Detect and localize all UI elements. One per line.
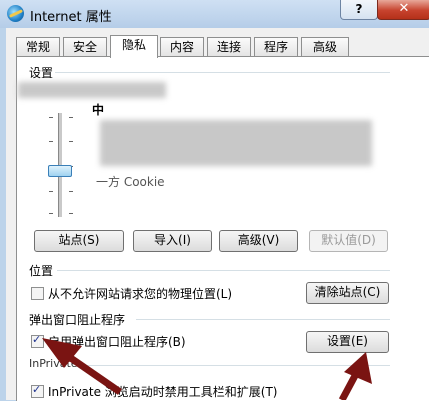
default-button[interactable]: 默认值(D) (309, 230, 388, 252)
close-button[interactable]: ✕ (377, 0, 429, 20)
inprivate-group-divider (84, 365, 390, 366)
tab-connections[interactable]: 连接 (207, 37, 251, 56)
privacy-level-name: 中 (92, 103, 105, 117)
internet-globe-icon (7, 5, 24, 22)
inprivate-checkbox-label: InPrivate 浏览启动时禁用工具栏和扩展(T) (48, 385, 278, 399)
slider-thumb[interactable] (48, 165, 72, 177)
popup-blocker-checkbox-label: 启用弹出窗口阻止程序(B) (48, 335, 186, 349)
tab-programs[interactable]: 程序 (254, 37, 298, 56)
tab-security[interactable]: 安全 (63, 37, 107, 56)
title-bar: Internet 属性 ? ✕ (0, 0, 429, 28)
tab-privacy[interactable]: 隐私 (110, 35, 158, 58)
location-checkbox[interactable] (31, 287, 44, 300)
location-group-divider (57, 270, 390, 271)
redacted-instruction (18, 82, 166, 98)
settings-group-divider (55, 72, 390, 73)
inprivate-group-label: InPrivate (29, 357, 78, 370)
clear-sites-button[interactable]: 清除站点(C) (306, 282, 389, 304)
tab-content[interactable]: 内容 (160, 37, 204, 56)
redacted-level-description (100, 120, 372, 166)
tab-general[interactable]: 常规 (16, 37, 60, 56)
tab-advanced[interactable]: 高级 (301, 37, 349, 56)
settings-group-label: 设置 (29, 66, 54, 80)
location-checkbox-label: 从不允许网站请求您的物理位置(L) (48, 287, 233, 301)
level-description-tail: 一方 Cookie (96, 175, 165, 189)
advanced-button[interactable]: 高级(V) (219, 230, 298, 252)
popup-blocker-checkbox[interactable] (31, 333, 44, 348)
privacy-level-slider[interactable] (41, 113, 79, 217)
window-title: Internet 属性 (30, 10, 112, 25)
popup-group-label: 弹出窗口阻止程序 (29, 313, 126, 327)
popup-group-divider (136, 319, 390, 320)
location-group-label: 位置 (29, 264, 54, 278)
sites-button[interactable]: 站点(S) (34, 230, 124, 252)
inprivate-checkbox[interactable] (31, 383, 44, 398)
import-button[interactable]: 导入(I) (133, 230, 212, 252)
help-button[interactable]: ? (340, 0, 378, 20)
popup-settings-button[interactable]: 设置(E) (306, 331, 389, 353)
